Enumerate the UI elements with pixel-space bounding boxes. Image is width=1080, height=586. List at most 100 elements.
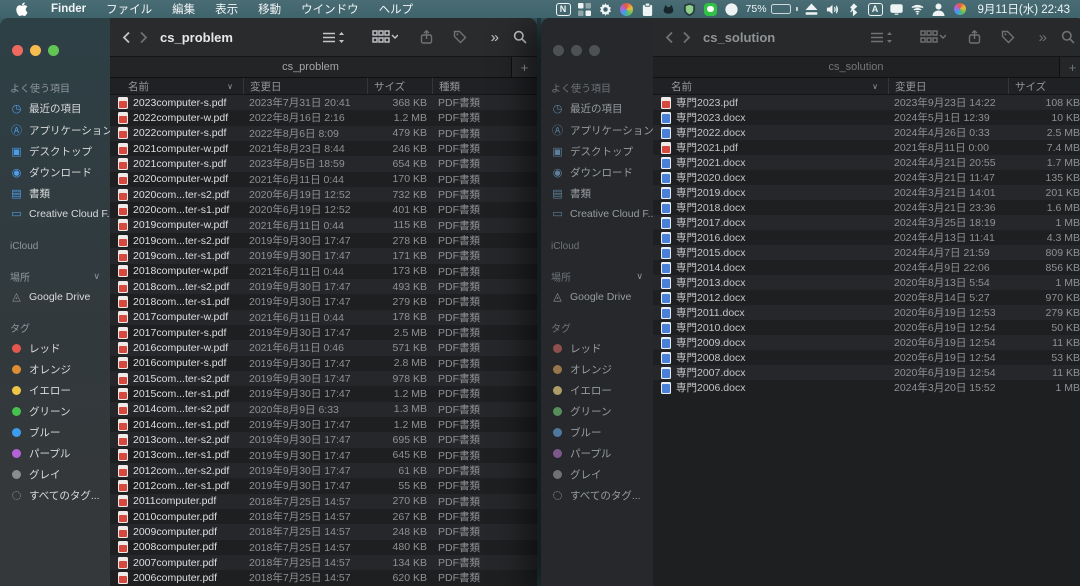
sidebar-all-tags[interactable]: すべてのタグ... [541,485,653,506]
file-row[interactable]: 2012com...ter-s1.pdf2019年9月30日 17:4755 K… [110,478,537,493]
sidebar-item-desktop[interactable]: ▣デスクトップ [0,141,110,162]
minimize-button[interactable] [30,45,41,56]
menu-移動[interactable]: 移動 [248,1,291,17]
file-row[interactable]: 2017computer-s.pdf2019年9月30日 17:472.5 MB… [110,325,537,340]
file-row[interactable]: 専門2023.pdf2023年9月23日 14:22108 KB [653,95,1080,110]
sidebar-tag-グレイ[interactable]: グレイ [0,464,110,485]
sidebar-item-download[interactable]: ◉ダウンロード [0,162,110,183]
file-row[interactable]: 専門2023.docx2024年5月1日 12:3910 KB [653,110,1080,125]
close-button[interactable] [553,45,564,56]
file-row[interactable]: 2014com...ter-s1.pdf2019年9月30日 17:471.2 … [110,417,537,432]
file-row[interactable]: 専門2020.docx2024年3月21日 11:47135 KB [653,170,1080,185]
file-row[interactable]: 2008computer.pdf2018年7月25日 14:57480 KBPD… [110,540,537,555]
sidebar-item-google-drive[interactable]: ◬Google Drive [0,287,110,306]
menu-ファイル[interactable]: ファイル [96,1,162,17]
tiles-icon[interactable] [578,2,592,16]
file-row[interactable]: 2007computer.pdf2018年7月25日 14:57134 KBPD… [110,555,537,570]
settings-icon[interactable] [599,2,613,16]
sidebar-tag-グリーン[interactable]: グリーン [541,401,653,422]
sidebar-item-desktop[interactable]: ▣デスクトップ [541,141,653,162]
sidebar-all-tags[interactable]: すべてのタグ... [0,485,110,506]
sidebar-tag-パープル[interactable]: パープル [541,443,653,464]
file-row[interactable]: 専門2010.docx2020年6月19日 12:5450 KB [653,320,1080,335]
menu-編集[interactable]: 編集 [162,1,205,17]
file-row[interactable]: 2016computer-s.pdf2019年9月30日 17:472.8 MB… [110,356,537,371]
file-row[interactable]: 2006computer.pdf2018年7月25日 14:57620 KBPD… [110,570,537,585]
file-row[interactable]: 専門2007.docx2020年6月19日 12:5411 KB [653,365,1080,380]
file-row[interactable]: 2011computer.pdf2018年7月25日 14:57270 KBPD… [110,494,537,509]
clipboard-icon[interactable] [641,2,655,16]
sidebar-tag-イエロー[interactable]: イエロー [541,380,653,401]
file-row[interactable]: 2016computer-w.pdf2021年6月11日 0:46571 KBP… [110,340,537,355]
battery-icon[interactable]: 75% [746,2,798,16]
file-row[interactable]: 2013com...ter-s2.pdf2019年9月30日 17:47695 … [110,432,537,447]
file-row[interactable]: 2015com...ter-s2.pdf2019年9月30日 17:47978 … [110,371,537,386]
sidebar-item-google-drive[interactable]: ◬Google Drive [541,287,653,306]
file-row[interactable]: 2019computer-w.pdf2021年6月11日 0:44115 KBP… [110,218,537,233]
view-list-icon[interactable] [870,31,894,44]
sidebar-item-folder[interactable]: ▭Creative Cloud F... [541,204,653,223]
tag-icon[interactable] [1001,30,1015,44]
file-row[interactable]: 専門2016.docx2024年4月13日 11:414.3 MB [653,230,1080,245]
file-row[interactable]: 専門2018.docx2024年3月21日 23:361.6 MB [653,200,1080,215]
sidebar-tag-グリーン[interactable]: グリーン [0,401,110,422]
file-row[interactable]: 専門2008.docx2020年6月19日 12:5453 KB [653,350,1080,365]
menu-finder[interactable]: Finder [41,3,96,15]
sidebar-item-clock[interactable]: ◷最近の項目 [541,98,653,119]
sidebar-item-folder[interactable]: ▭Creative Cloud F... [0,204,110,223]
group-by-icon[interactable] [372,30,398,44]
menu-clock[interactable]: 9月11日(水) 22:43 [978,1,1070,17]
share-icon[interactable] [420,30,433,44]
file-row[interactable]: 専門2012.docx2020年8月14日 5:27970 KB [653,290,1080,305]
file-row[interactable]: 専門2009.docx2020年6月19日 12:5411 KB [653,335,1080,350]
column-header-2[interactable]: 変更日 [243,78,367,94]
file-row[interactable]: 専門2014.docx2024年4月9日 22:06856 KB [653,260,1080,275]
close-button[interactable] [12,45,23,56]
forward-button[interactable] [682,31,691,44]
tab-cs-solution[interactable]: cs_solution [653,57,1059,77]
bluetooth-icon[interactable] [847,2,861,16]
sidebar-tag-グレイ[interactable]: グレイ [541,464,653,485]
file-row[interactable]: 専門2019.docx2024年3月21日 14:01201 KB [653,185,1080,200]
user-icon[interactable] [932,2,946,16]
display-icon[interactable] [890,2,904,16]
file-row[interactable]: 専門2013.docx2020年8月13日 5:541 MB [653,275,1080,290]
eject-icon[interactable] [805,2,819,16]
desktop[interactable]: Finder ファイル編集表示移動ウインドウヘルプ N75%A9月11日(水) … [0,0,1080,586]
sidebar-item-applications[interactable]: Ⓐアプリケーション [541,119,653,141]
sidebar-tag-ブルー[interactable]: ブルー [0,422,110,443]
file-row[interactable]: 2021computer-w.pdf2021年8月23日 8:44246 KBP… [110,141,537,156]
tab-cs-problem[interactable]: cs_problem [110,57,511,77]
file-row[interactable]: 専門2022.docx2024年4月26日 0:332.5 MB [653,125,1080,140]
file-row[interactable]: 2014com...ter-s2.pdf2020年8月9日 6:331.3 MB… [110,402,537,417]
notion-icon[interactable]: N [556,2,571,16]
sidebar-tag-レッド[interactable]: レッド [0,338,110,359]
file-row[interactable]: 専門2021.docx2024年4月21日 20:551.7 MB [653,155,1080,170]
sidebar-tag-オレンジ[interactable]: オレンジ [541,359,653,380]
file-row[interactable]: 専門2015.docx2024年4月7日 21:59809 KB [653,245,1080,260]
back-button[interactable] [122,31,131,44]
search-icon[interactable] [1061,30,1075,44]
zoom-button[interactable] [589,45,600,56]
share-icon[interactable] [968,30,981,44]
zoom-button[interactable] [48,45,59,56]
file-row[interactable]: 2015com...ter-s1.pdf2019年9月30日 17:471.2 … [110,386,537,401]
file-row[interactable]: 2012com...ter-s2.pdf2019年9月30日 17:4761 K… [110,463,537,478]
file-row[interactable]: 2023computer-s.pdf2023年7月31日 20:41368 KB… [110,95,537,110]
minimize-button[interactable] [571,45,582,56]
search-icon[interactable] [513,30,527,44]
file-row[interactable]: 2022computer-w.pdf2022年8月16日 2:161.2 MBP… [110,110,537,125]
file-row[interactable]: 2019com...ter-s2.pdf2019年9月30日 17:47278 … [110,233,537,248]
file-row[interactable]: 2020computer-w.pdf2021年6月11日 0:44170 KBP… [110,172,537,187]
chevron-down-icon[interactable]: ∨ [636,271,643,282]
chat-icon[interactable] [620,2,634,16]
menu-ウインドウ[interactable]: ウインドウ [291,1,369,17]
view-list-icon[interactable] [322,31,346,44]
cat-icon[interactable] [662,2,676,16]
sidebar-tag-ブルー[interactable]: ブルー [541,422,653,443]
file-row[interactable]: 専門2021.pdf2021年8月11日 0:007.4 MB [653,140,1080,155]
input-a-icon[interactable]: A [868,2,883,16]
menu-表示[interactable]: 表示 [205,1,248,17]
file-row[interactable]: 専門2017.docx2024年3月25日 18:191 MB [653,215,1080,230]
column-header-3[interactable]: サイズ [367,78,432,94]
